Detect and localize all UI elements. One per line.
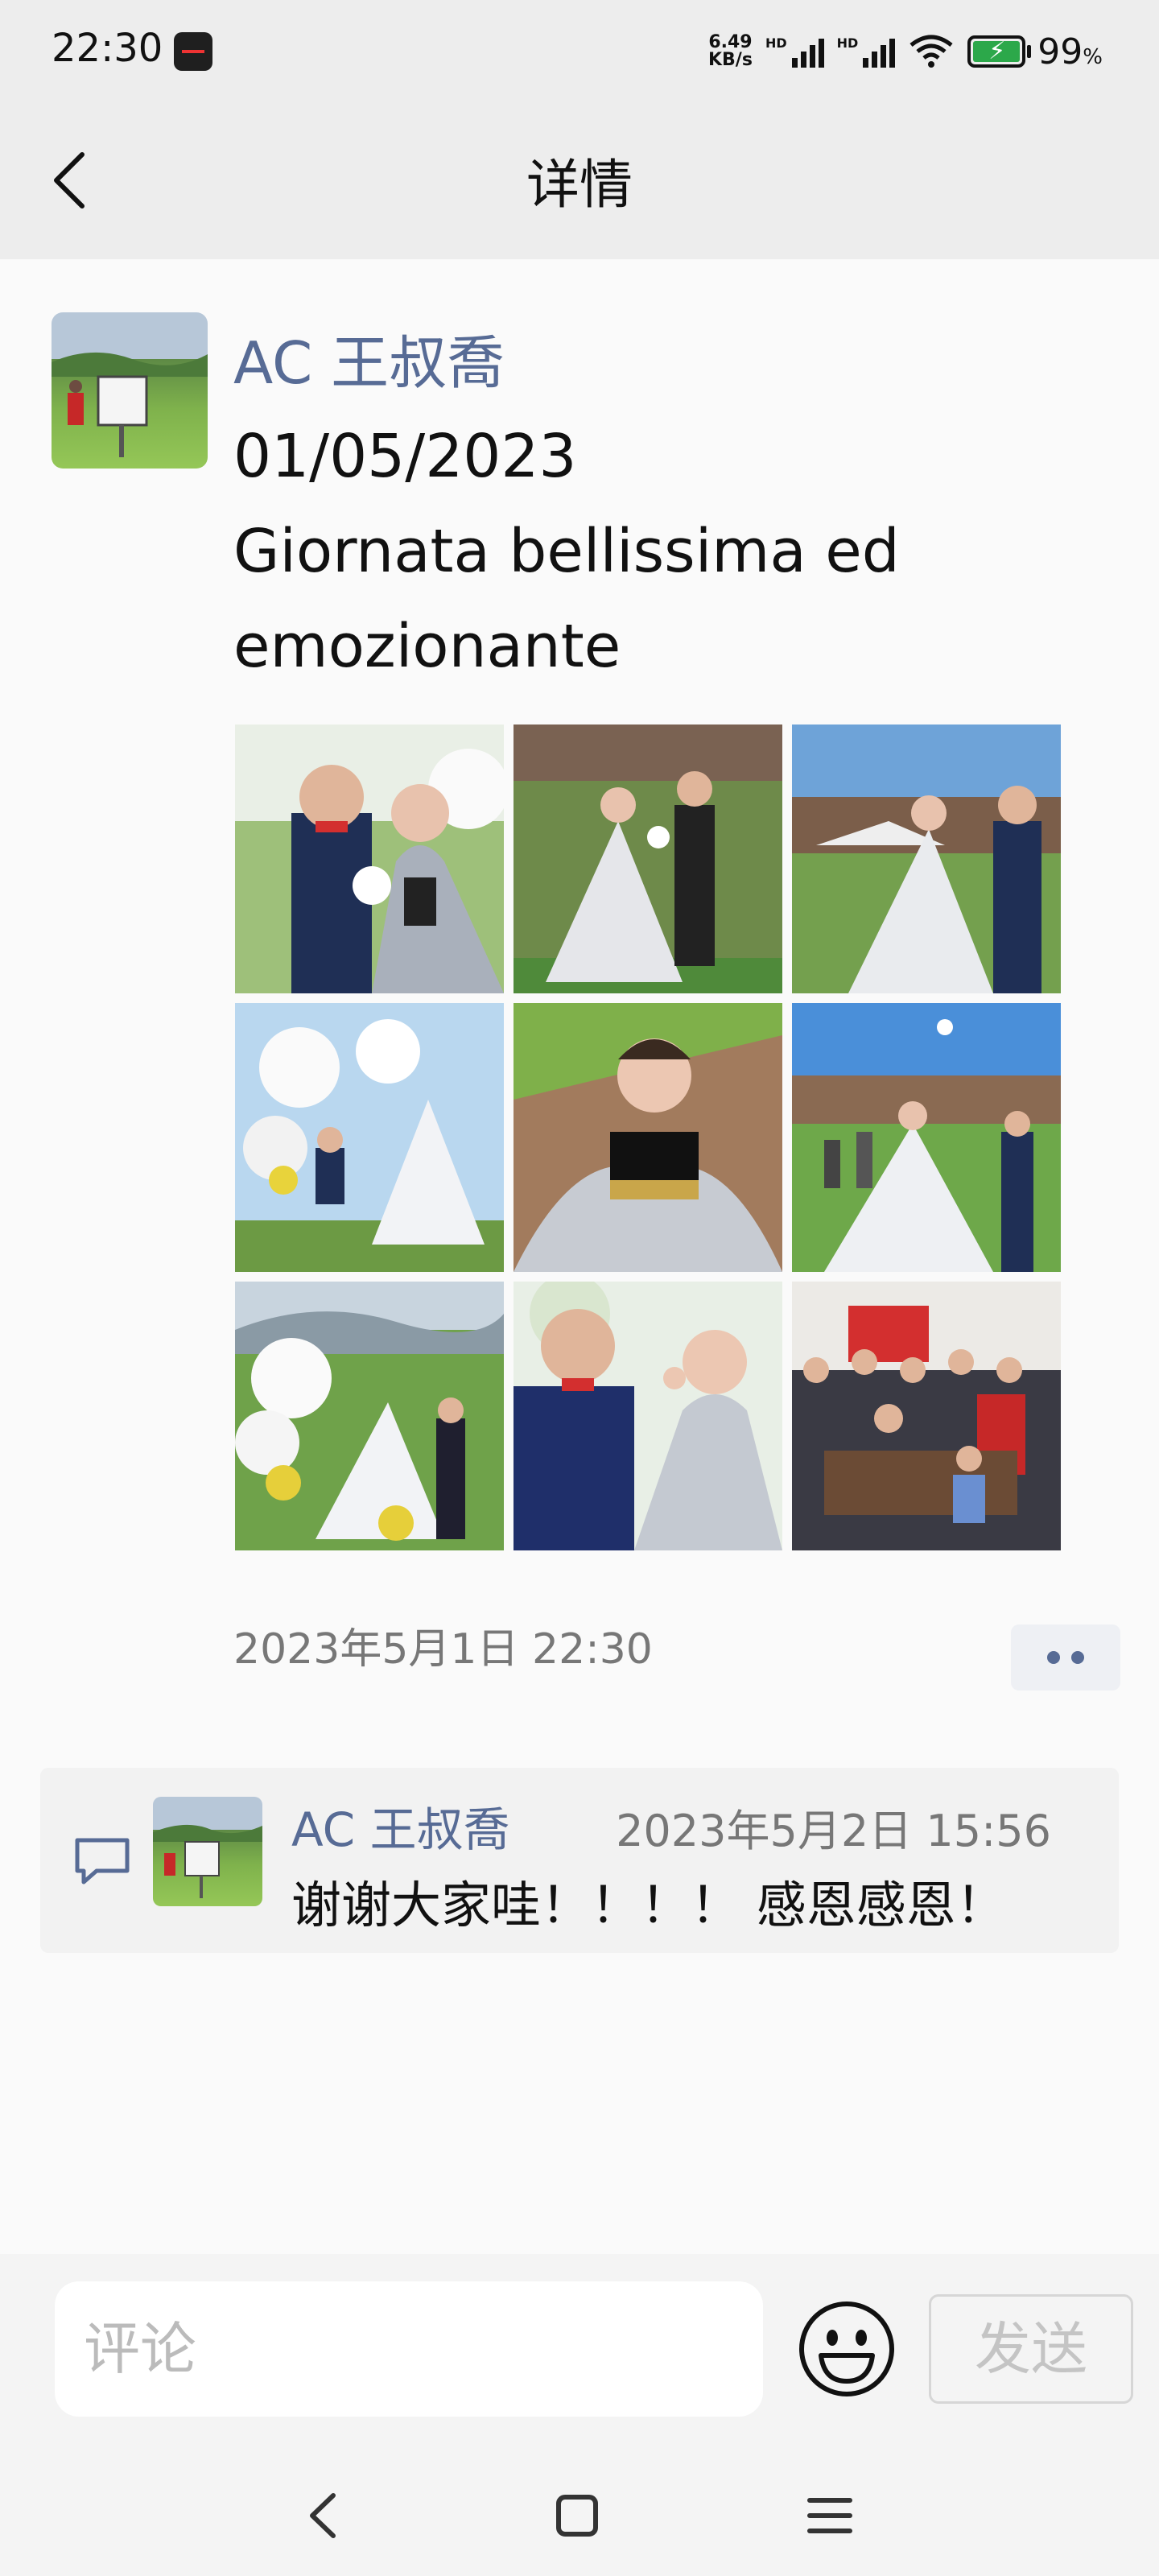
wedding-photo-3[interactable] <box>792 724 1061 993</box>
commenter-name[interactable]: AC 王叔喬 <box>291 1792 510 1860</box>
dot-icon <box>1071 1651 1084 1664</box>
photo-grid <box>235 724 1064 1550</box>
send-button[interactable]: 发送 <box>929 2294 1133 2404</box>
wedding-photo-2[interactable] <box>514 724 782 993</box>
wedding-photo-5[interactable] <box>514 1003 782 1272</box>
wedding-photo-4[interactable] <box>235 1003 504 1272</box>
dot-icon <box>1047 1651 1060 1664</box>
signal-1-icon: HD <box>765 35 824 68</box>
commenter-avatar[interactable] <box>153 1797 262 1906</box>
comment-input[interactable] <box>55 2281 763 2417</box>
wedding-photo-6[interactable] <box>792 1003 1061 1272</box>
voice-recorder-icon <box>174 32 212 71</box>
status-indicators: 6.49 KB/s HD HD ⚡ 99% <box>708 29 1103 74</box>
post-text-line: emozionante <box>233 612 621 681</box>
system-back-button[interactable] <box>288 2479 361 2552</box>
page-title: 详情 <box>526 154 633 216</box>
wedding-photo-9[interactable] <box>792 1282 1061 1550</box>
post-text: 01/05/2023 Giornata bellissima ed emozio… <box>233 409 1087 694</box>
network-speed: 6.49 KB/s <box>707 32 753 70</box>
wedding-photo-7[interactable] <box>235 1282 504 1550</box>
comment-composer: 发送 <box>0 2254 1159 2455</box>
top-nav: 详情 <box>0 103 1159 259</box>
comment-timestamp: 2023年5月2日 15:56 <box>616 1806 1051 1856</box>
post-text-line: Giornata bellissima ed <box>233 517 900 586</box>
signal-2-icon: HD <box>837 35 896 68</box>
author-name[interactable]: AC 王叔喬 <box>233 316 505 400</box>
post-timestamp: 2023年5月1日 22:30 <box>233 1625 653 1674</box>
more-actions-button[interactable] <box>1011 1624 1120 1690</box>
wedding-photo-1[interactable] <box>235 724 504 993</box>
wedding-photo-8[interactable] <box>514 1282 782 1550</box>
system-menu-button[interactable] <box>794 2479 866 2552</box>
wifi-icon <box>909 35 953 68</box>
author-avatar[interactable] <box>52 312 208 469</box>
status-time: 22:30 <box>52 26 163 71</box>
battery-indicator: ⚡ 99% <box>967 31 1103 72</box>
comment-text: 谢谢大家哇！！！！ 感恩感恩！ <box>291 1876 1006 1934</box>
post-text-line: 01/05/2023 <box>233 422 577 491</box>
emoji-button[interactable] <box>797 2299 897 2399</box>
system-navigation <box>0 2455 1159 2576</box>
status-bar: 22:30 6.49 KB/s HD HD ⚡ 99% <box>0 0 1159 103</box>
system-home-button[interactable] <box>541 2479 613 2552</box>
comment-section: AC 王叔喬 2023年5月2日 15:56 谢谢大家哇！！！！ 感恩感恩！ <box>40 1768 1119 1953</box>
battery-icon: ⚡ <box>967 35 1026 68</box>
comment-icon <box>75 1838 130 1885</box>
